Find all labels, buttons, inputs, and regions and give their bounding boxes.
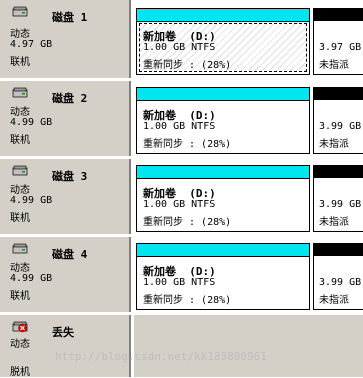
volume-partition[interactable]: 新加卷 (D:) 1.00 GB NTFS 重新同步 : (28%) [136, 8, 310, 75]
disk-status: 联机 [10, 291, 30, 302]
disk-row-3[interactable]: 磁盘 3 动态 4.99 GB 联机 新加卷 (D:) 1.00 GB NTFS… [0, 159, 363, 234]
disk-title: 磁盘 3 [52, 170, 88, 183]
disk-row-2[interactable]: 磁盘 2 动态 4.99 GB 联机 新加卷 (D:) 1.00 GB NTFS… [0, 81, 363, 156]
disk-status: 联机 [10, 57, 30, 68]
volume-bar [137, 9, 309, 22]
volume-partition[interactable]: 新加卷 (D:) 1.00 GB NTFS 重新同步 : (28%) [136, 243, 310, 310]
volume-bar [137, 88, 309, 101]
disk-size: 4.99 GB [10, 195, 53, 206]
disk-label-1[interactable]: 磁盘 1 动态 4.97 GB 联机 [0, 0, 131, 78]
volume-size: 1.00 GB NTFS [143, 121, 216, 132]
disk-title: 磁盘 4 [52, 248, 88, 261]
disk-size: 4.99 GB [10, 273, 53, 284]
disk-icon [12, 6, 28, 17]
disk-label-4[interactable]: 磁盘 4 动态 4.99 GB 联机 [0, 237, 131, 312]
unallocated-label: 未指派 [319, 60, 349, 71]
disk-type: 动态 [10, 185, 30, 196]
disk-type: 动态 [10, 263, 30, 274]
volume-state: 重新同步 : (28%) [143, 295, 232, 306]
unallocated-size: 3.97 GB [319, 42, 362, 53]
disk-type: 动态 [10, 107, 30, 118]
disk-icon [12, 165, 28, 176]
disk-row-missing[interactable]: 丢失 动态 脱机 [0, 315, 363, 378]
unallocated-partition[interactable]: 3.99 GB 未指派 [313, 243, 363, 310]
volume-state: 重新同步 : (28%) [143, 139, 232, 150]
disk-title: 磁盘 1 [52, 11, 88, 24]
disk-status: 脱机 [10, 367, 30, 378]
volume-bar [137, 166, 309, 179]
unallocated-size: 3.99 GB [319, 277, 362, 288]
unallocated-partition[interactable]: 3.97 GB 未指派 [313, 8, 363, 75]
volume-size: 1.00 GB NTFS [143, 199, 216, 210]
watermark-text: http://blog.csdn.net/kk185800961 [55, 350, 267, 363]
missing-disk-panel [133, 315, 363, 377]
disk-label-missing[interactable]: 丢失 动态 脱机 [0, 315, 131, 378]
volume-state: 重新同步 : (28%) [143, 60, 232, 71]
disk-icon [12, 243, 28, 254]
disk-type: 动态 [10, 29, 30, 40]
disk-type: 动态 [10, 339, 30, 350]
disk-title: 丢失 [52, 326, 74, 339]
disk-status: 联机 [10, 213, 30, 224]
disk-status: 联机 [10, 135, 30, 146]
disk-label-3[interactable]: 磁盘 3 动态 4.99 GB 联机 [0, 159, 131, 234]
disk-label-2[interactable]: 磁盘 2 动态 4.99 GB 联机 [0, 81, 131, 156]
disk-title: 磁盘 2 [52, 92, 88, 105]
disk-icon [12, 87, 28, 98]
unallocated-size: 3.99 GB [319, 121, 362, 132]
volume-size: 1.00 GB NTFS [143, 42, 216, 53]
volume-bar [137, 244, 309, 257]
unallocated-label: 未指派 [319, 139, 349, 150]
unallocated-bar [314, 244, 363, 256]
disk-size: 4.99 GB [10, 117, 53, 128]
unallocated-bar [314, 166, 363, 178]
volume-partition[interactable]: 新加卷 (D:) 1.00 GB NTFS 重新同步 : (28%) [136, 87, 310, 154]
unallocated-bar [314, 88, 363, 100]
unallocated-partition[interactable]: 3.99 GB 未指派 [313, 165, 363, 232]
disk-size: 4.97 GB [10, 39, 53, 50]
missing-disk-icon [12, 321, 28, 333]
unallocated-bar [314, 9, 363, 21]
unallocated-label: 未指派 [319, 217, 349, 228]
volume-state: 重新同步 : (28%) [143, 217, 232, 228]
unallocated-label: 未指派 [319, 295, 349, 306]
volume-partition[interactable]: 新加卷 (D:) 1.00 GB NTFS 重新同步 : (28%) [136, 165, 310, 232]
volume-size: 1.00 GB NTFS [143, 277, 216, 288]
disk-row-4[interactable]: 磁盘 4 动态 4.99 GB 联机 新加卷 (D:) 1.00 GB NTFS… [0, 237, 363, 312]
disk-row-1[interactable]: 磁盘 1 动态 4.97 GB 联机 新加卷 (D:) 1.00 GB NTFS… [0, 0, 363, 78]
unallocated-size: 3.99 GB [319, 199, 362, 210]
unallocated-partition[interactable]: 3.99 GB 未指派 [313, 87, 363, 154]
